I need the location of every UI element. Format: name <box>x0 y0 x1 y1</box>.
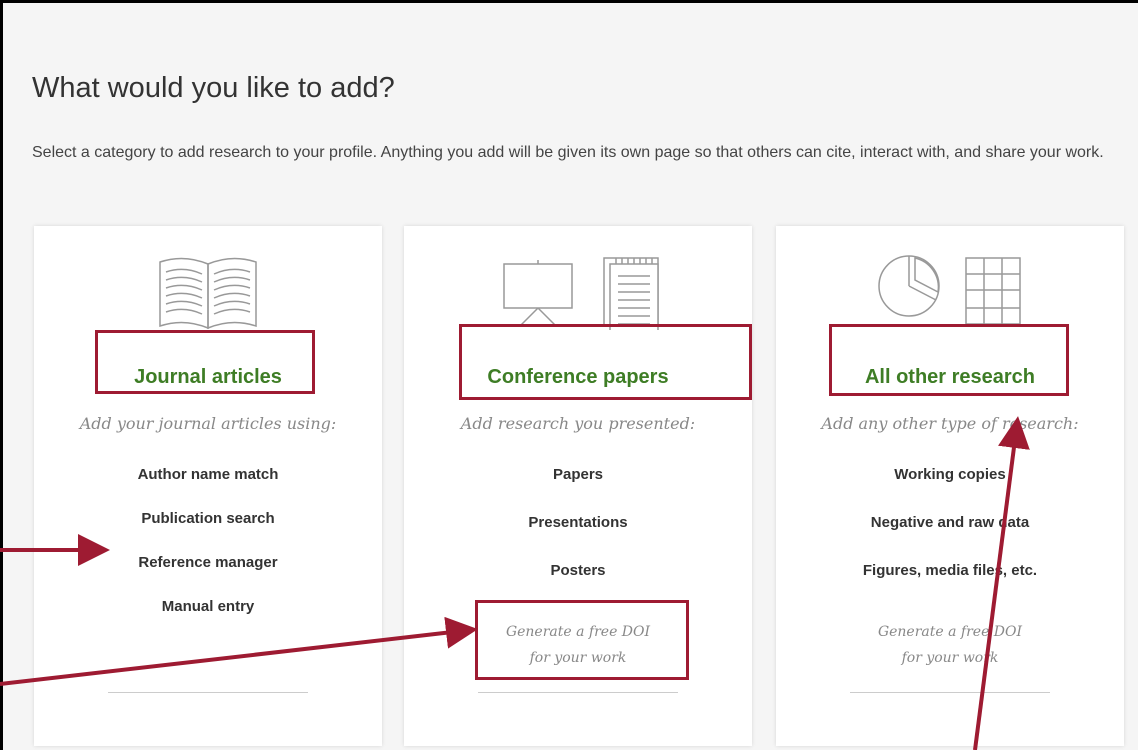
generate-doi-text: for your work <box>529 650 627 666</box>
card-title[interactable]: Journal articles <box>34 366 382 389</box>
figures-media-files-link[interactable]: Figures, media files, etc. <box>776 562 1124 579</box>
working-copies-link[interactable]: Working copies <box>776 466 1124 483</box>
card-divider <box>850 692 1050 693</box>
negative-raw-data-link[interactable]: Negative and raw data <box>776 514 1124 531</box>
publication-search-link[interactable]: Publication search <box>34 510 382 527</box>
card-title[interactable]: Conference papers <box>404 366 752 389</box>
papers-link[interactable]: Papers <box>404 466 752 483</box>
card-conference-papers[interactable]: Conference papers Add research you prese… <box>404 226 752 746</box>
card-title[interactable]: All other research <box>776 366 1124 389</box>
generate-doi-text: Generate a free DOI <box>877 624 1023 640</box>
page-title: What would you like to add? <box>32 72 395 104</box>
notepad-icon <box>603 257 659 330</box>
posters-link[interactable]: Posters <box>404 562 752 579</box>
reference-manager-link[interactable]: Reference manager <box>34 554 382 571</box>
intro-text: Select a category to add research to you… <box>32 144 1104 161</box>
card-all-other-research[interactable]: All other research Add any other type of… <box>776 226 1124 746</box>
card-subtitle: Add any other type of research: <box>821 414 1079 433</box>
card-subtitle: Add research you presented: <box>460 414 696 433</box>
card-divider <box>478 692 678 693</box>
data-table-icon <box>965 257 1021 325</box>
generate-doi-text: Generate a free DOI <box>505 624 651 640</box>
author-name-match-link[interactable]: Author name match <box>34 466 382 483</box>
card-journal-articles[interactable]: Journal articles Add your journal articl… <box>34 226 382 746</box>
generate-doi-text: for your work <box>901 650 999 666</box>
manual-entry-link[interactable]: Manual entry <box>34 598 382 615</box>
card-divider <box>108 692 308 693</box>
open-book-icon <box>159 257 257 330</box>
card-subtitle: Add your journal articles using: <box>79 414 337 433</box>
presentations-link[interactable]: Presentations <box>404 514 752 531</box>
